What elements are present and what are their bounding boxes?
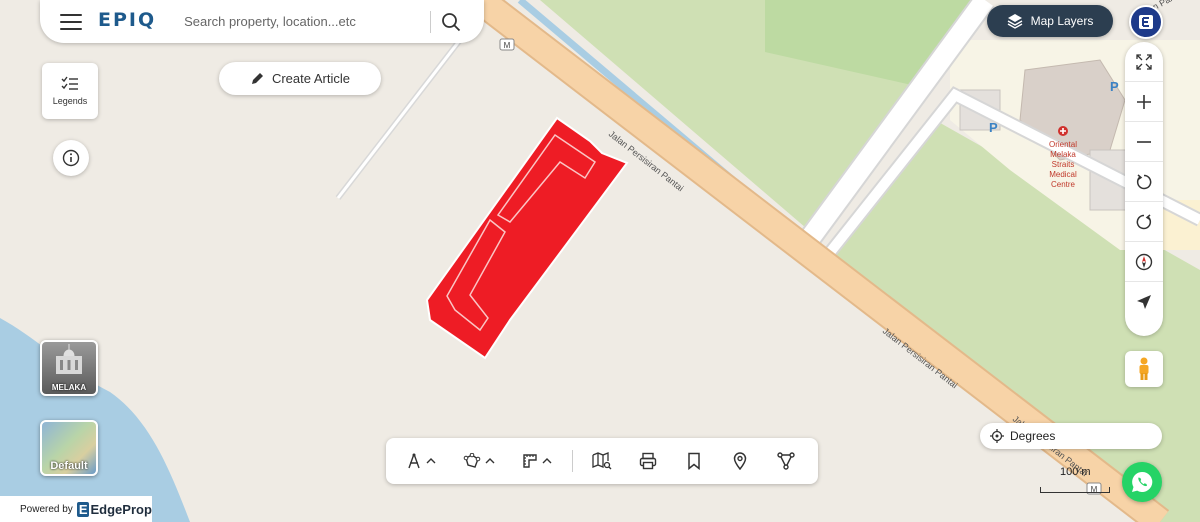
create-article-button[interactable]: Create Article xyxy=(219,62,381,95)
navigation-arrow-icon xyxy=(1137,295,1151,309)
map-controls xyxy=(1125,42,1163,336)
map-layers-label: Map Layers xyxy=(1030,14,1094,28)
route-button[interactable] xyxy=(763,438,809,484)
drawing-toolbar xyxy=(386,438,818,484)
app-logo[interactable]: EPIQ xyxy=(98,8,157,33)
poi-line-5: Centre xyxy=(1051,180,1076,189)
poi-line-4: Medical xyxy=(1049,170,1077,179)
scale-line xyxy=(1040,487,1110,493)
rotate-right-button[interactable] xyxy=(1125,202,1163,242)
ruler-tool-button[interactable] xyxy=(508,438,566,484)
edgeprop-logo-mark: E xyxy=(76,501,90,517)
info-icon xyxy=(62,149,80,167)
bookmark-icon xyxy=(688,452,700,470)
building-dome-icon xyxy=(56,344,82,374)
whatsapp-icon xyxy=(1132,471,1153,492)
search-bar: EPIQ xyxy=(40,0,484,43)
map-search-button[interactable] xyxy=(579,438,625,484)
parking-icon: P xyxy=(989,120,998,135)
search-icon[interactable] xyxy=(439,10,463,34)
polygon-tool-button[interactable] xyxy=(450,438,508,484)
layers-icon xyxy=(1007,14,1022,29)
toolbar-divider xyxy=(572,450,573,472)
printer-icon xyxy=(639,452,657,470)
compass-draw-icon xyxy=(408,453,420,469)
create-article-label: Create Article xyxy=(271,71,351,86)
basemap-melaka-label: MELAKA xyxy=(51,383,87,392)
edgeprop-logo[interactable]: E EdgeProp xyxy=(76,501,152,517)
poi-line-2: Melaka xyxy=(1050,150,1076,159)
rotate-right-icon xyxy=(1136,213,1152,229)
powered-by-label: Powered by xyxy=(20,503,73,515)
map-layers-button[interactable]: Map Layers xyxy=(987,5,1113,37)
chevron-up-icon xyxy=(426,458,436,464)
parking-icon-2: P xyxy=(1110,79,1119,94)
plus-icon xyxy=(1137,94,1151,109)
compass-button[interactable] xyxy=(1125,242,1163,282)
bookmark-button[interactable] xyxy=(671,438,717,484)
print-button[interactable] xyxy=(625,438,671,484)
whatsapp-button[interactable] xyxy=(1122,462,1162,502)
location-pin-icon xyxy=(733,452,747,470)
basemap-default-thumbnail[interactable]: Default xyxy=(40,420,98,476)
legends-button[interactable]: Legends xyxy=(42,63,98,119)
polygon-icon xyxy=(463,453,481,468)
basemap-default-label: Default xyxy=(50,460,88,472)
basemap-melaka-thumbnail[interactable]: MELAKA xyxy=(40,340,98,396)
map-search-icon xyxy=(592,452,612,470)
info-button[interactable] xyxy=(53,140,89,176)
chevron-up-icon xyxy=(485,458,495,464)
search-divider xyxy=(430,10,432,33)
search-input[interactable] xyxy=(182,13,427,30)
compass-icon xyxy=(1135,253,1153,270)
logo-tagline xyxy=(98,29,156,33)
pencil-icon xyxy=(251,72,263,84)
edgeprop-badge-icon xyxy=(1139,15,1153,29)
ruler-icon xyxy=(523,454,537,468)
pegman-icon xyxy=(1139,357,1149,380)
menu-icon[interactable] xyxy=(60,13,82,30)
degrees-label: Degrees xyxy=(1010,429,1056,443)
rotate-left-button[interactable] xyxy=(1125,162,1163,202)
scale-label: 100 m xyxy=(1060,466,1091,478)
poi-line-3: Straits xyxy=(1052,160,1075,169)
checklist-icon xyxy=(61,76,78,90)
location-pin-button[interactable] xyxy=(717,438,763,484)
profile-avatar[interactable] xyxy=(1129,5,1163,39)
rotate-left-icon xyxy=(1136,173,1152,189)
zoom-out-button[interactable] xyxy=(1125,122,1163,162)
minus-icon xyxy=(1137,140,1151,143)
zoom-in-button[interactable] xyxy=(1125,82,1163,122)
powered-by-footer: Powered by E EdgeProp xyxy=(0,496,152,522)
logo-text: EPIQ xyxy=(98,8,157,31)
my-location-button[interactable] xyxy=(1125,282,1163,322)
degrees-toggle[interactable]: Degrees xyxy=(980,423,1162,449)
route-icon xyxy=(777,452,795,470)
measure-tool-button[interactable] xyxy=(392,438,450,484)
poi-line-1: Oriental xyxy=(1049,140,1077,149)
expand-icon xyxy=(1136,53,1152,70)
street-view-button[interactable] xyxy=(1125,351,1163,387)
chevron-up-icon xyxy=(542,458,552,464)
fullscreen-button[interactable] xyxy=(1125,42,1163,82)
motorway-marker: M xyxy=(504,41,511,50)
crosshair-icon xyxy=(990,429,1004,443)
scale-bar: 100 m xyxy=(1040,466,1110,494)
edgeprop-brand: EdgeProp xyxy=(90,501,152,517)
legends-label: Legends xyxy=(52,96,88,106)
